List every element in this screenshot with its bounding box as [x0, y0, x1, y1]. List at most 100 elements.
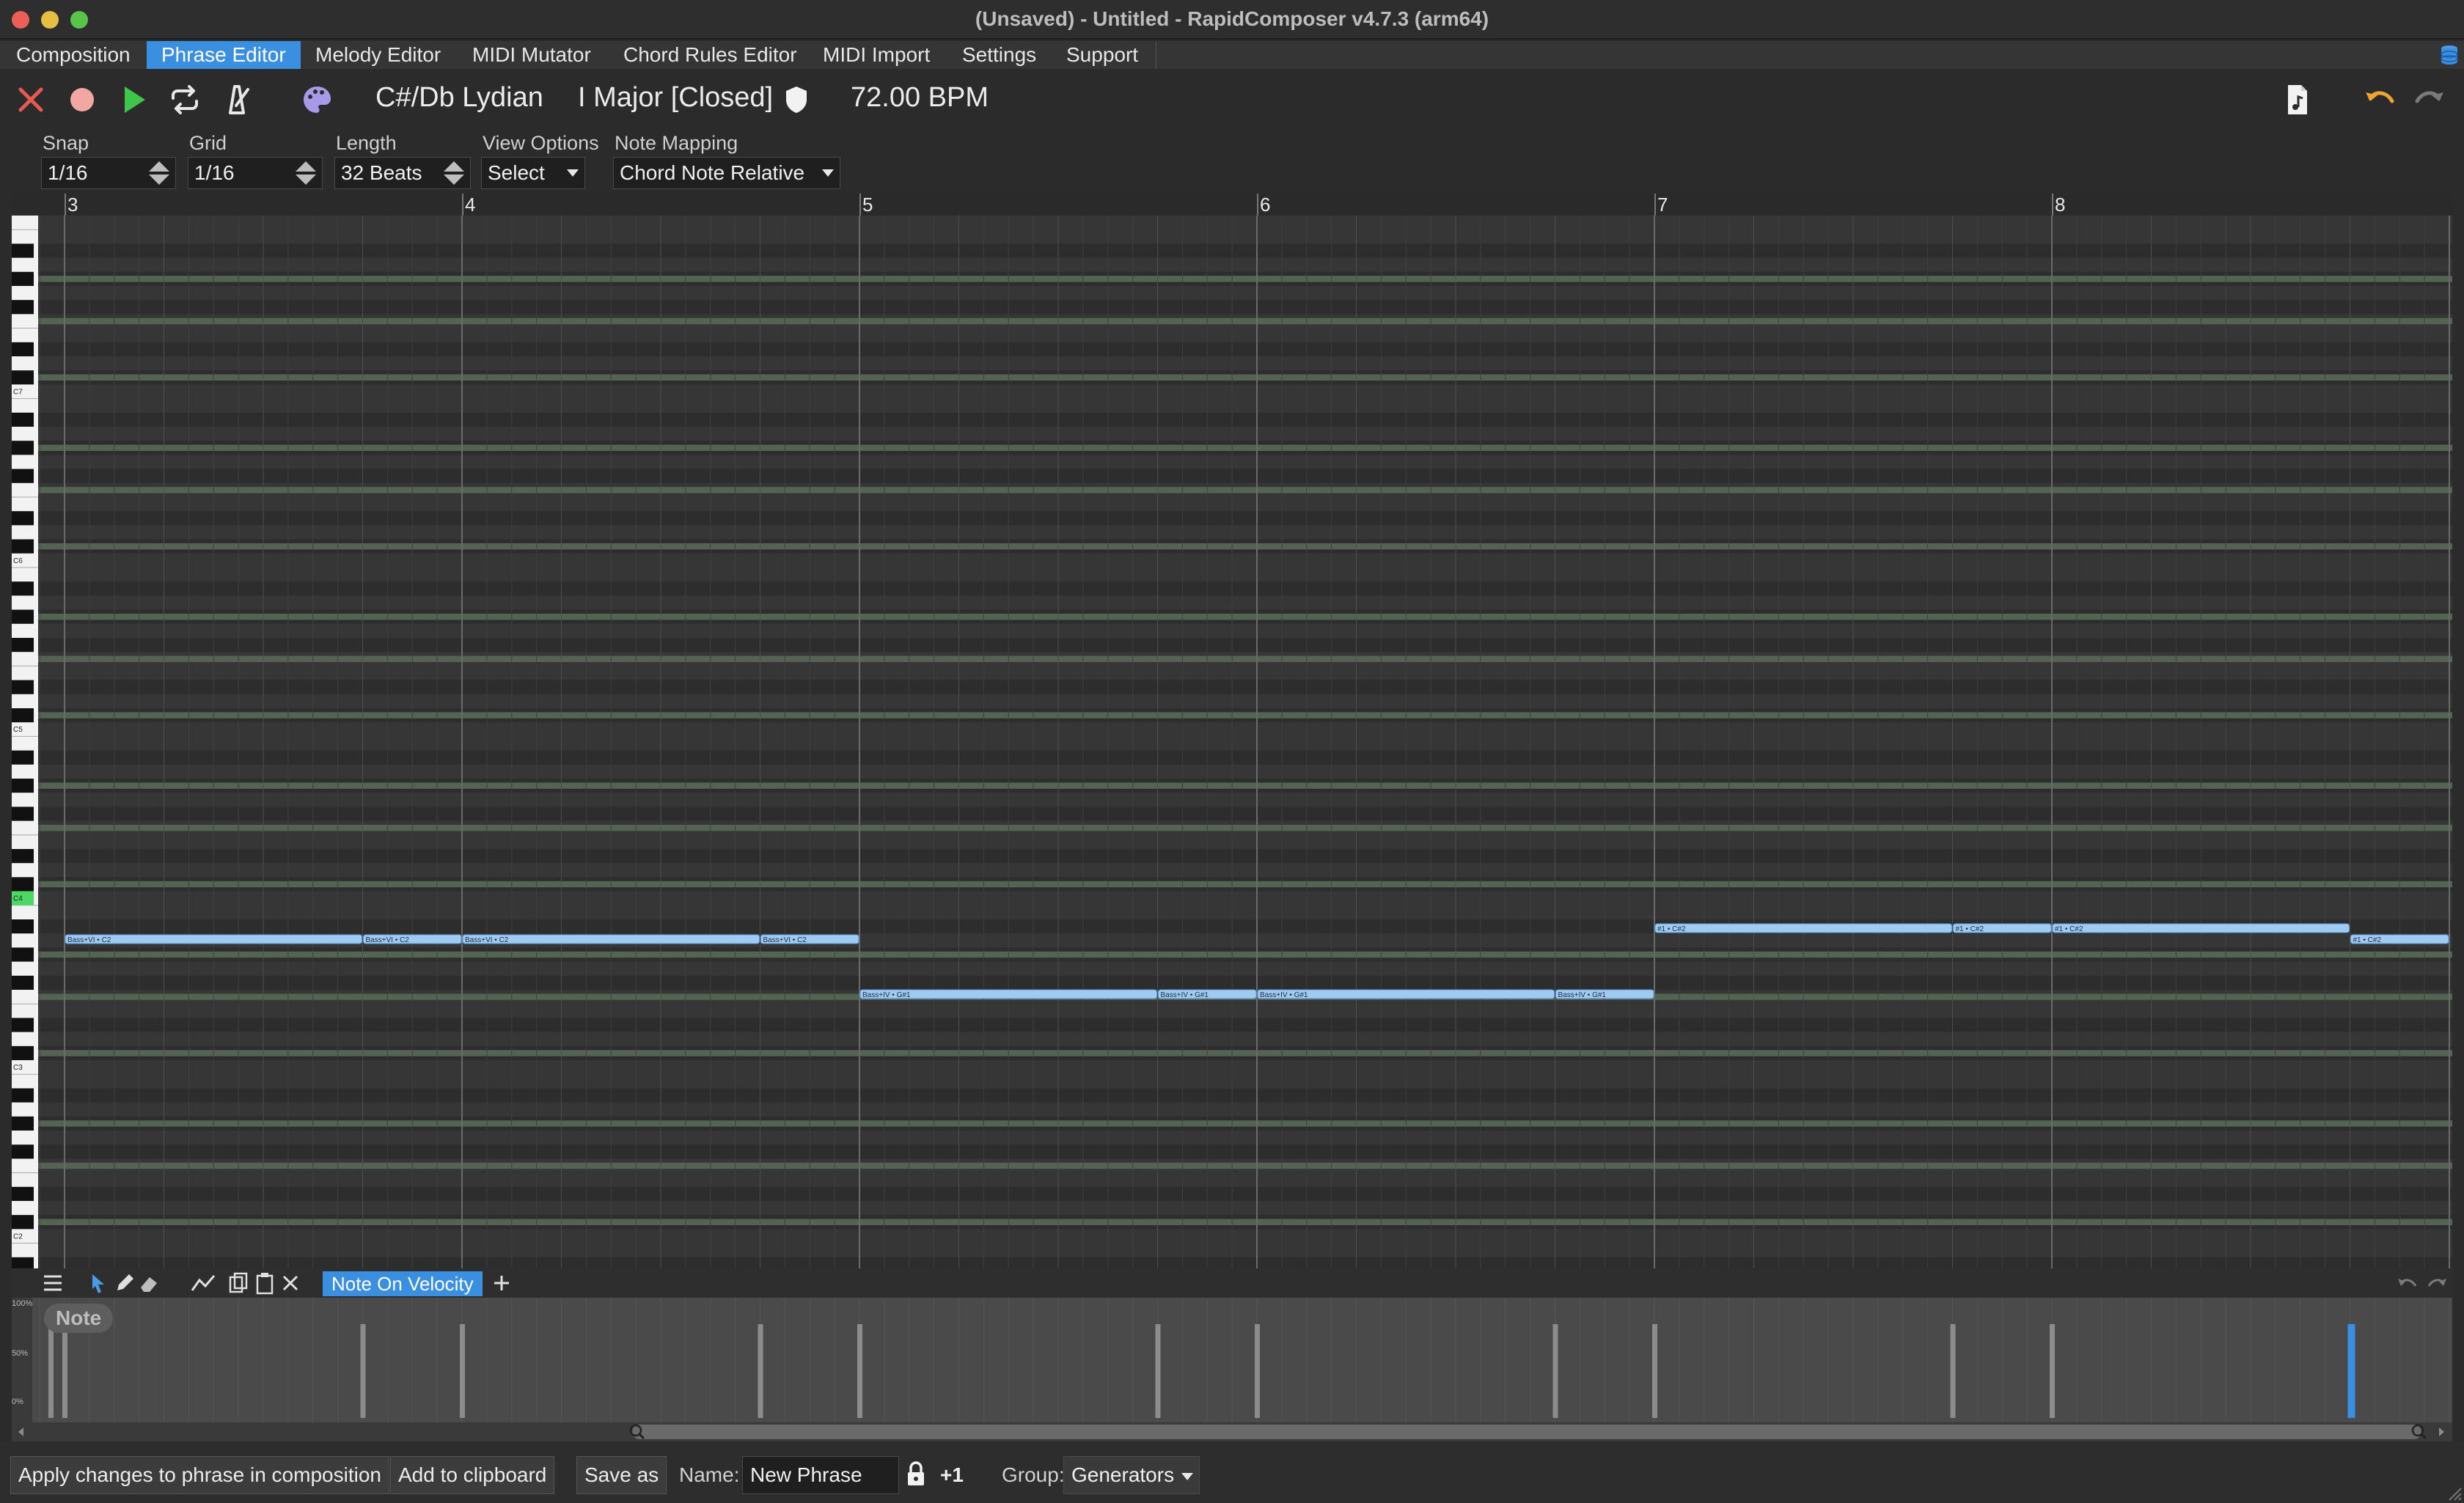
redo-icon[interactable] — [2413, 82, 2448, 117]
shield-icon[interactable] — [779, 82, 814, 117]
loop-icon[interactable] — [167, 82, 202, 117]
spinner-arrows-icon[interactable] — [144, 159, 174, 187]
black-key[interactable] — [12, 975, 34, 990]
horizontal-scrollbar[interactable] — [12, 1422, 2452, 1441]
velocity-bar[interactable] — [1255, 1324, 1260, 1418]
velocity-bar[interactable] — [1950, 1324, 1956, 1418]
velocity-canvas[interactable] — [12, 1298, 2452, 1422]
play-icon[interactable] — [116, 82, 151, 117]
tab-note-on-velocity[interactable]: Note On Velocity — [323, 1271, 483, 1296]
zoom-icon[interactable] — [628, 1423, 647, 1441]
apply-changes-button[interactable]: Apply changes to phrase in composition — [10, 1456, 389, 1494]
black-key[interactable] — [12, 271, 34, 286]
metronome-icon[interactable] — [219, 82, 254, 117]
phrase-note[interactable]: Bass+IV • G#1 — [1555, 989, 1654, 999]
black-key[interactable] — [12, 441, 34, 455]
palette-icon[interactable] — [299, 82, 334, 117]
menu-settings[interactable]: Settings — [947, 41, 1051, 69]
piano-roll[interactable]: 3 4 5 6 7 8 C7 C6 C5 C4 C3 C2 Bass+VI • C2 Bas… — [12, 194, 2452, 1268]
redo-icon[interactable] — [2426, 1273, 2449, 1293]
resize-grip-icon[interactable] — [2445, 1484, 2463, 1502]
black-key[interactable] — [12, 919, 34, 934]
black-key[interactable] — [12, 243, 34, 258]
menu-composition[interactable]: Composition — [1, 41, 145, 69]
lock-icon[interactable] — [905, 1460, 927, 1488]
menu-melody-editor[interactable]: Melody Editor — [301, 41, 455, 69]
black-key[interactable] — [12, 1116, 34, 1131]
black-key[interactable] — [12, 511, 34, 526]
undo-icon[interactable] — [2395, 1273, 2419, 1293]
pencil-tool-icon[interactable] — [113, 1271, 135, 1295]
chord-selector[interactable]: I Major [Closed] — [578, 82, 773, 114]
black-key[interactable] — [12, 581, 34, 596]
add-to-clipboard-button[interactable]: Add to clipboard — [390, 1456, 555, 1494]
menu-support[interactable]: Support — [1052, 41, 1153, 69]
black-key[interactable] — [12, 1257, 34, 1268]
scrollbar-thumb[interactable] — [632, 1425, 2421, 1439]
velocity-bar[interactable] — [2050, 1324, 2055, 1418]
black-key[interactable] — [12, 468, 34, 483]
copy-icon[interactable] — [227, 1271, 249, 1295]
record-icon[interactable] — [65, 82, 100, 117]
velocity-bar[interactable] — [857, 1324, 862, 1418]
increment-button[interactable]: +1 — [940, 1463, 964, 1487]
velocity-bar[interactable] — [360, 1324, 366, 1418]
phrase-note[interactable]: Bass+IV • G#1 — [1257, 989, 1555, 999]
black-key[interactable] — [12, 779, 34, 793]
black-key[interactable] — [12, 1144, 34, 1159]
tempo-display[interactable]: 72.00 BPM — [851, 82, 989, 114]
database-icon[interactable] — [2439, 44, 2460, 66]
black-key[interactable] — [12, 1088, 34, 1103]
velocity-bar[interactable] — [758, 1324, 763, 1418]
black-key[interactable] — [12, 750, 34, 765]
scroll-left-icon[interactable] — [15, 1425, 28, 1438]
undo-icon[interactable] — [2361, 82, 2397, 117]
note-grid[interactable]: Bass+VI • C2 Bass+VI • C2 Bass+VI • C2 Bass… — [38, 216, 2452, 1268]
phrase-note[interactable]: Bass+VI • C2 — [65, 934, 362, 944]
spinner-arrows-icon[interactable] — [439, 159, 469, 187]
black-key[interactable] — [12, 412, 34, 427]
piano-keyboard[interactable]: C7 C6 C5 C4 C3 C2 — [12, 216, 38, 1268]
view-options-dropdown[interactable]: Select — [481, 157, 585, 189]
scroll-right-icon[interactable] — [2435, 1425, 2448, 1438]
snap-spinbox[interactable]: 1/16 — [41, 157, 176, 189]
black-key[interactable] — [12, 370, 34, 385]
phrase-note[interactable]: Bass+IV • G#1 — [1158, 989, 1257, 999]
phrase-note[interactable]: Bass+VI • C2 — [363, 934, 462, 944]
grid-spinbox[interactable]: 1/16 — [188, 157, 323, 189]
delete-icon[interactable] — [280, 1273, 301, 1293]
phrase-note[interactable]: #1 • C#2 — [2350, 934, 2449, 944]
phrase-note[interactable]: Bass+IV • G#1 — [859, 989, 1157, 999]
bar-ruler[interactable]: 3 4 5 6 7 8 — [12, 194, 2452, 216]
black-key[interactable] — [12, 342, 34, 356]
black-key[interactable] — [12, 300, 34, 315]
spinner-arrows-icon[interactable] — [291, 159, 320, 187]
velocity-bar[interactable] — [48, 1324, 54, 1418]
black-key[interactable] — [12, 1186, 34, 1201]
zoom-icon[interactable] — [2410, 1423, 2429, 1441]
note-bar[interactable] — [2052, 923, 2350, 933]
black-key[interactable] — [12, 849, 34, 864]
phrase-note[interactable]: #1 • C#2 — [1953, 923, 2052, 933]
black-key[interactable] — [12, 947, 34, 962]
note-bar[interactable] — [1654, 923, 1952, 933]
add-lane-icon[interactable] — [491, 1273, 512, 1293]
black-key[interactable] — [12, 680, 34, 694]
velocity-bar[interactable] — [1652, 1324, 1657, 1418]
velocity-bar[interactable] — [2347, 1324, 2355, 1418]
velocity-lane[interactable]: Note 100% 50% 0% — [12, 1298, 2452, 1422]
phrase-note[interactable]: #1 • C#2 — [1654, 923, 1952, 933]
phrase-name-input[interactable]: New Phrase — [742, 1456, 899, 1494]
scale-selector[interactable]: C#/Db Lydian — [375, 82, 543, 114]
phrase-note[interactable]: #1 • C#2 — [2052, 923, 2350, 933]
black-key[interactable] — [12, 638, 34, 653]
note-mapping-dropdown[interactable]: Chord Note Relative — [613, 157, 840, 189]
velocity-bar[interactable] — [1155, 1324, 1161, 1418]
document-music-icon[interactable] — [2279, 82, 2314, 117]
velocity-bar[interactable] — [62, 1324, 67, 1418]
paste-icon[interactable] — [254, 1271, 276, 1295]
black-key[interactable] — [12, 1018, 34, 1032]
pointer-tool-icon[interactable] — [88, 1271, 109, 1295]
grid-canvas[interactable]: Bass+VI • C2 Bass+VI • C2 Bass+VI • C2 Bass… — [38, 216, 2452, 1268]
eraser-tool-icon[interactable] — [138, 1271, 160, 1295]
